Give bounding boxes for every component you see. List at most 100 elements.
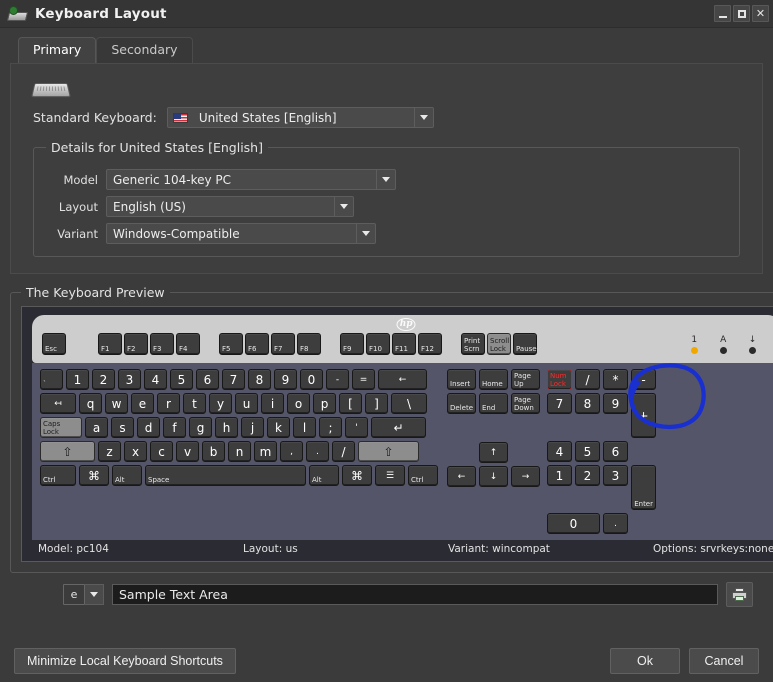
key-a[interactable]: a	[85, 417, 108, 438]
key-r[interactable]: r	[157, 393, 180, 414]
key-f1[interactable]: F1	[98, 333, 122, 355]
key-shift-right[interactable]: ⇧	[358, 441, 419, 462]
key-4[interactable]: 4	[144, 369, 167, 390]
key-home[interactable]: Home	[479, 369, 508, 390]
key-numpad-add[interactable]: +	[631, 393, 656, 438]
key-space[interactable]: Space	[145, 465, 306, 486]
key-backspace[interactable]: ←	[378, 369, 427, 390]
layout-combo[interactable]: English (US)	[106, 196, 354, 217]
key-h[interactable]: h	[215, 417, 238, 438]
key-ctrl-left[interactable]: Ctrl	[40, 465, 76, 486]
cancel-button[interactable]: Cancel	[689, 647, 759, 675]
key-w[interactable]: w	[105, 393, 128, 414]
key-esc[interactable]: Esc	[42, 333, 66, 355]
key-z[interactable]: z	[98, 441, 121, 462]
key-numpad-decimal[interactable]: .	[603, 513, 628, 534]
key-minus[interactable]: -	[326, 369, 349, 390]
key-c[interactable]: c	[150, 441, 173, 462]
key-f4[interactable]: F4	[176, 333, 200, 355]
key-numpad-subtract[interactable]: -	[631, 369, 656, 390]
key-numpad-enter[interactable]: Enter	[631, 465, 656, 510]
key-9[interactable]: 9	[274, 369, 297, 390]
key-0[interactable]: 0	[300, 369, 323, 390]
key-1[interactable]: 1	[66, 369, 89, 390]
key-f2[interactable]: F2	[124, 333, 148, 355]
chevron-down-icon[interactable]	[334, 197, 353, 216]
key-numpad-7[interactable]: 7	[547, 393, 572, 414]
key-insert[interactable]: Insert	[447, 369, 476, 390]
maximize-button[interactable]	[733, 5, 750, 22]
key-e[interactable]: e	[131, 393, 154, 414]
key-caps-lock[interactable]: Caps Lock	[40, 417, 82, 438]
key-backslash[interactable]: \	[391, 393, 427, 414]
key-j[interactable]: j	[241, 417, 264, 438]
key-numpad-multiply[interactable]: *	[603, 369, 628, 390]
ok-button[interactable]: Ok	[610, 647, 680, 675]
key-numpad-5[interactable]: 5	[575, 441, 600, 462]
key-n[interactable]: n	[228, 441, 251, 462]
key-f8[interactable]: F8	[297, 333, 321, 355]
key-6[interactable]: 6	[196, 369, 219, 390]
variant-combo[interactable]: Windows-Compatible	[106, 223, 376, 244]
key-pause[interactable]: Pause	[513, 333, 537, 355]
key-period[interactable]: .	[306, 441, 329, 462]
key-numpad-4[interactable]: 4	[547, 441, 572, 462]
key-f10[interactable]: F10	[366, 333, 390, 355]
key-f3[interactable]: F3	[150, 333, 174, 355]
key-y[interactable]: y	[209, 393, 232, 414]
key-f9[interactable]: F9	[340, 333, 364, 355]
key-alt-right[interactable]: Alt	[309, 465, 339, 486]
key-8[interactable]: 8	[248, 369, 271, 390]
key-arrow-up[interactable]: ↑	[479, 442, 508, 463]
key-semicolon[interactable]: ;	[319, 417, 342, 438]
key-numpad-0[interactable]: 0	[547, 513, 600, 534]
key-tab[interactable]: ↤	[40, 393, 76, 414]
key-f12[interactable]: F12	[418, 333, 442, 355]
key-scroll-lock[interactable]: Scroll Lock	[487, 333, 511, 355]
key-3[interactable]: 3	[118, 369, 141, 390]
key-b[interactable]: b	[202, 441, 225, 462]
key-numpad-1[interactable]: 1	[547, 465, 572, 486]
key-page-up[interactable]: Page Up	[511, 369, 540, 390]
standard-keyboard-combo[interactable]: United States [English]	[166, 107, 434, 128]
key-p[interactable]: p	[313, 393, 336, 414]
key-f7[interactable]: F7	[271, 333, 295, 355]
key-s[interactable]: s	[111, 417, 134, 438]
chevron-down-icon[interactable]	[376, 170, 395, 189]
key-page-down[interactable]: Page Down	[511, 393, 540, 414]
key-f11[interactable]: F11	[392, 333, 416, 355]
key-shift-left[interactable]: ⇧	[40, 441, 95, 462]
key-arrow-left[interactable]: ←	[447, 466, 476, 487]
key-super-left[interactable]: ⌘	[79, 465, 109, 486]
key-7[interactable]: 7	[222, 369, 245, 390]
close-button[interactable]: ✕	[752, 5, 769, 22]
key-2[interactable]: 2	[92, 369, 115, 390]
key-o[interactable]: o	[287, 393, 310, 414]
key-arrow-down[interactable]: ↓	[479, 466, 508, 487]
chevron-down-icon[interactable]	[85, 584, 104, 605]
key-5[interactable]: 5	[170, 369, 193, 390]
key-print-screen[interactable]: Print Scrn	[461, 333, 485, 355]
key-bracket-left[interactable]: [	[339, 393, 362, 414]
key-super-right[interactable]: ⌘	[342, 465, 372, 486]
print-button[interactable]	[726, 582, 753, 607]
key-bracket-right[interactable]: ]	[365, 393, 388, 414]
tab-secondary[interactable]: Secondary	[96, 37, 193, 63]
key-v[interactable]: v	[176, 441, 199, 462]
key-numpad-3[interactable]: 3	[603, 465, 628, 486]
key-num-lock[interactable]: Num Lock	[547, 369, 572, 390]
key-alt-left[interactable]: Alt	[112, 465, 142, 486]
minimize-local-keyboard-shortcuts-button[interactable]: Minimize Local Keyboard Shortcuts	[14, 647, 236, 675]
chevron-down-icon[interactable]	[413, 108, 433, 127]
key-ctrl-right[interactable]: Ctrl	[408, 465, 438, 486]
sample-text-input[interactable]	[112, 584, 718, 605]
key-d[interactable]: d	[137, 417, 160, 438]
model-combo[interactable]: Generic 104-key PC	[106, 169, 396, 190]
key-numpad-6[interactable]: 6	[603, 441, 628, 462]
key-equal[interactable]: =	[352, 369, 375, 390]
key-f[interactable]: f	[163, 417, 186, 438]
key-numpad-2[interactable]: 2	[575, 465, 600, 486]
key-backtick[interactable]: `	[40, 369, 63, 390]
key-end[interactable]: End	[479, 393, 508, 414]
key-u[interactable]: u	[235, 393, 258, 414]
